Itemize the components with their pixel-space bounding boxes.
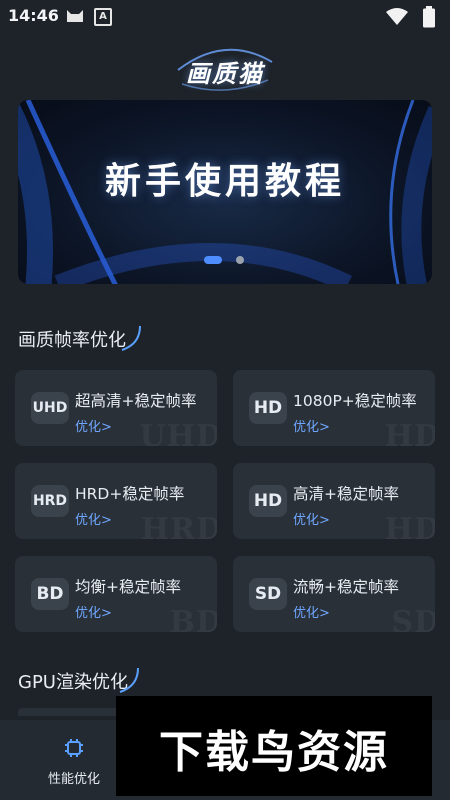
nav-label: 性能优化 [48, 772, 101, 787]
carousel-dot[interactable] [236, 256, 244, 264]
card-watermark: UHD [139, 419, 217, 446]
card-title: HRD+稳定帧率 [75, 485, 185, 503]
card-title: 超高清+稳定帧率 [75, 392, 197, 410]
card-hd[interactable]: HD HD 高清+稳定帧率 优化> [233, 463, 435, 539]
optimize-link[interactable]: 优化> [75, 602, 112, 621]
banner-title: 新手使用教程 [104, 161, 345, 202]
card-hrd[interactable]: HRD HRD HRD+稳定帧率 优化> [15, 463, 217, 539]
chip-icon [64, 738, 84, 762]
battery-icon [422, 6, 436, 32]
hrd-badge-icon: HRD [31, 485, 69, 517]
card-watermark: HD [384, 512, 435, 539]
card-title: 流畅+稳定帧率 [293, 578, 399, 596]
cat-notification-icon [66, 8, 84, 28]
optimize-link[interactable]: 优化> [293, 602, 330, 621]
a-notification-icon: A [94, 8, 112, 26]
app-logo: 画质猫 [0, 40, 450, 96]
status-time: 14:46 [8, 6, 59, 25]
card-title: 高清+稳定帧率 [293, 485, 399, 503]
sd-badge-icon: SD [249, 578, 287, 610]
card-watermark: HRD [140, 512, 217, 539]
section-title-gpu: GPU渲染优化 [18, 672, 128, 693]
section-swoosh-icon [121, 325, 141, 351]
status-bar: 14:46 A [0, 0, 450, 32]
card-1080p[interactable]: HD HD 1080P+稳定帧率 优化> [233, 370, 435, 446]
card-title: 均衡+稳定帧率 [75, 578, 181, 596]
uhd-badge-icon: UHD [31, 392, 69, 424]
card-uhd[interactable]: UHD UHD 超高清+稳定帧率 优化> [15, 370, 217, 446]
card-watermark: HD [384, 419, 435, 446]
card-watermark: SD [391, 605, 435, 632]
optimize-link[interactable]: 优化> [75, 416, 112, 435]
wifi-icon [386, 8, 408, 30]
hd-badge-icon: HD [249, 392, 287, 424]
optimize-link[interactable]: 优化> [293, 416, 330, 435]
card-watermark: BD [169, 605, 217, 632]
watermark-text: 下载鸟资源 [159, 727, 389, 778]
bd-badge-icon: BD [31, 578, 69, 610]
card-title: 1080P+稳定帧率 [293, 392, 417, 410]
hd-badge-icon: HD [249, 485, 287, 517]
optimize-link[interactable]: 优化> [293, 509, 330, 528]
app-title: 画质猫 [186, 60, 264, 88]
tutorial-banner[interactable]: 新手使用教程 [18, 100, 432, 284]
carousel-dot-active[interactable] [204, 256, 222, 264]
section-swoosh-icon [119, 667, 139, 693]
card-sd[interactable]: SD SD 流畅+稳定帧率 优化> [233, 556, 435, 632]
optimize-link[interactable]: 优化> [75, 509, 112, 528]
section-title-frame-rate: 画质帧率优化 [18, 330, 126, 351]
card-bd[interactable]: BD BD 均衡+稳定帧率 优化> [15, 556, 217, 632]
watermark-overlay: 下载鸟资源 [116, 696, 432, 796]
